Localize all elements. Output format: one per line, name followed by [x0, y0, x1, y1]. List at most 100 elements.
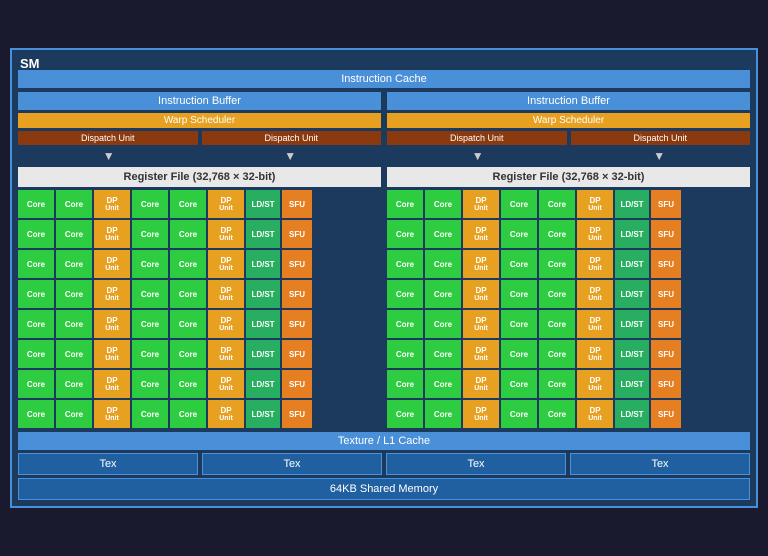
tex-unit-4: Tex: [570, 453, 750, 475]
dp-unit: DPUnit: [463, 280, 499, 308]
dp-unit: DPUnit: [577, 370, 613, 398]
right-row-5: Core Core DPUnit Core Core DPUnit LD/ST …: [387, 310, 750, 338]
core: Core: [387, 280, 423, 308]
core: Core: [56, 190, 92, 218]
core: Core: [56, 370, 92, 398]
sm-label: SM: [20, 56, 40, 71]
core: Core: [56, 340, 92, 368]
core: Core: [387, 310, 423, 338]
left-arrow-row: ▼ ▼: [18, 149, 381, 163]
sfu: SFU: [651, 190, 681, 218]
dp-unit: DPUnit: [577, 250, 613, 278]
right-row-2: Core Core DPUnit Core Core DPUnit LD/ST …: [387, 220, 750, 248]
sfu: SFU: [282, 400, 312, 428]
sfu: SFU: [651, 310, 681, 338]
core: Core: [18, 280, 54, 308]
two-columns: Instruction Buffer Warp Scheduler Dispat…: [18, 92, 750, 428]
sfu: SFU: [282, 310, 312, 338]
right-register-file: Register File (32,768 × 32-bit): [387, 167, 750, 187]
core: Core: [387, 220, 423, 248]
dp-unit: DPUnit: [577, 400, 613, 428]
dp-unit: DPUnit: [463, 400, 499, 428]
dp-unit: DPUnit: [94, 370, 130, 398]
core: Core: [539, 370, 575, 398]
core: Core: [539, 340, 575, 368]
shared-memory: 64KB Shared Memory: [18, 478, 750, 500]
core: Core: [170, 340, 206, 368]
right-dispatch-unit-1: Dispatch Unit: [387, 131, 567, 145]
ldst: LD/ST: [246, 400, 280, 428]
sfu: SFU: [651, 340, 681, 368]
core: Core: [18, 340, 54, 368]
core: Core: [18, 250, 54, 278]
ldst: LD/ST: [246, 280, 280, 308]
core: Core: [132, 250, 168, 278]
dp-unit: DPUnit: [577, 280, 613, 308]
core: Core: [387, 370, 423, 398]
core: Core: [387, 340, 423, 368]
tex-unit-3: Tex: [386, 453, 566, 475]
dp-unit: DPUnit: [94, 190, 130, 218]
left-row-5: Core Core DPUnit Core Core DPUnit LD/ST …: [18, 310, 381, 338]
dp-unit: DPUnit: [463, 250, 499, 278]
core: Core: [132, 400, 168, 428]
dp-unit: DPUnit: [208, 250, 244, 278]
arrow-down-1: ▼: [103, 149, 115, 163]
core: Core: [56, 280, 92, 308]
core: Core: [501, 310, 537, 338]
right-row-8: Core Core DPUnit Core Core DPUnit LD/ST …: [387, 400, 750, 428]
core: Core: [132, 280, 168, 308]
left-instruction-buffer: Instruction Buffer: [18, 92, 381, 110]
core: Core: [425, 190, 461, 218]
right-row-1: Core Core DPUnit Core Core DPUnit LD/ST …: [387, 190, 750, 218]
core: Core: [387, 400, 423, 428]
core: Core: [501, 250, 537, 278]
core: Core: [501, 400, 537, 428]
ldst: LD/ST: [615, 280, 649, 308]
left-cores-grid: Core Core DPUnit Core Core DPUnit LD/ST …: [18, 190, 381, 428]
dp-unit: DPUnit: [208, 310, 244, 338]
core: Core: [539, 400, 575, 428]
left-row-3: Core Core DPUnit Core Core DPUnit LD/ST …: [18, 250, 381, 278]
core: Core: [539, 220, 575, 248]
core: Core: [170, 400, 206, 428]
left-row-4: Core Core DPUnit Core Core DPUnit LD/ST …: [18, 280, 381, 308]
core: Core: [132, 220, 168, 248]
right-column: Instruction Buffer Warp Scheduler Dispat…: [387, 92, 750, 428]
dp-unit: DPUnit: [94, 250, 130, 278]
sfu: SFU: [651, 220, 681, 248]
core: Core: [387, 190, 423, 218]
left-row-1: Core Core DPUnit Core Core DPUnit LD/ST …: [18, 190, 381, 218]
ldst: LD/ST: [615, 220, 649, 248]
instruction-cache: Instruction Cache: [18, 70, 750, 88]
ldst: LD/ST: [615, 250, 649, 278]
dp-unit: DPUnit: [94, 340, 130, 368]
core: Core: [501, 220, 537, 248]
core: Core: [18, 190, 54, 218]
left-register-file: Register File (32,768 × 32-bit): [18, 167, 381, 187]
right-dispatch-unit-2: Dispatch Unit: [571, 131, 751, 145]
core: Core: [425, 280, 461, 308]
left-dispatch-unit-1: Dispatch Unit: [18, 131, 198, 145]
right-row-7: Core Core DPUnit Core Core DPUnit LD/ST …: [387, 370, 750, 398]
ldst: LD/ST: [246, 310, 280, 338]
ldst: LD/ST: [246, 190, 280, 218]
core: Core: [387, 250, 423, 278]
dp-unit: DPUnit: [94, 220, 130, 248]
dp-unit: DPUnit: [463, 220, 499, 248]
core: Core: [18, 310, 54, 338]
dp-unit: DPUnit: [208, 280, 244, 308]
core: Core: [425, 310, 461, 338]
core: Core: [18, 220, 54, 248]
right-row-6: Core Core DPUnit Core Core DPUnit LD/ST …: [387, 340, 750, 368]
core: Core: [425, 220, 461, 248]
ldst: LD/ST: [615, 340, 649, 368]
left-dispatch-unit-2: Dispatch Unit: [202, 131, 382, 145]
dp-unit: DPUnit: [577, 220, 613, 248]
dp-unit: DPUnit: [463, 340, 499, 368]
core: Core: [539, 250, 575, 278]
ldst: LD/ST: [246, 250, 280, 278]
core: Core: [56, 310, 92, 338]
core: Core: [18, 370, 54, 398]
right-warp-scheduler: Warp Scheduler: [387, 113, 750, 128]
